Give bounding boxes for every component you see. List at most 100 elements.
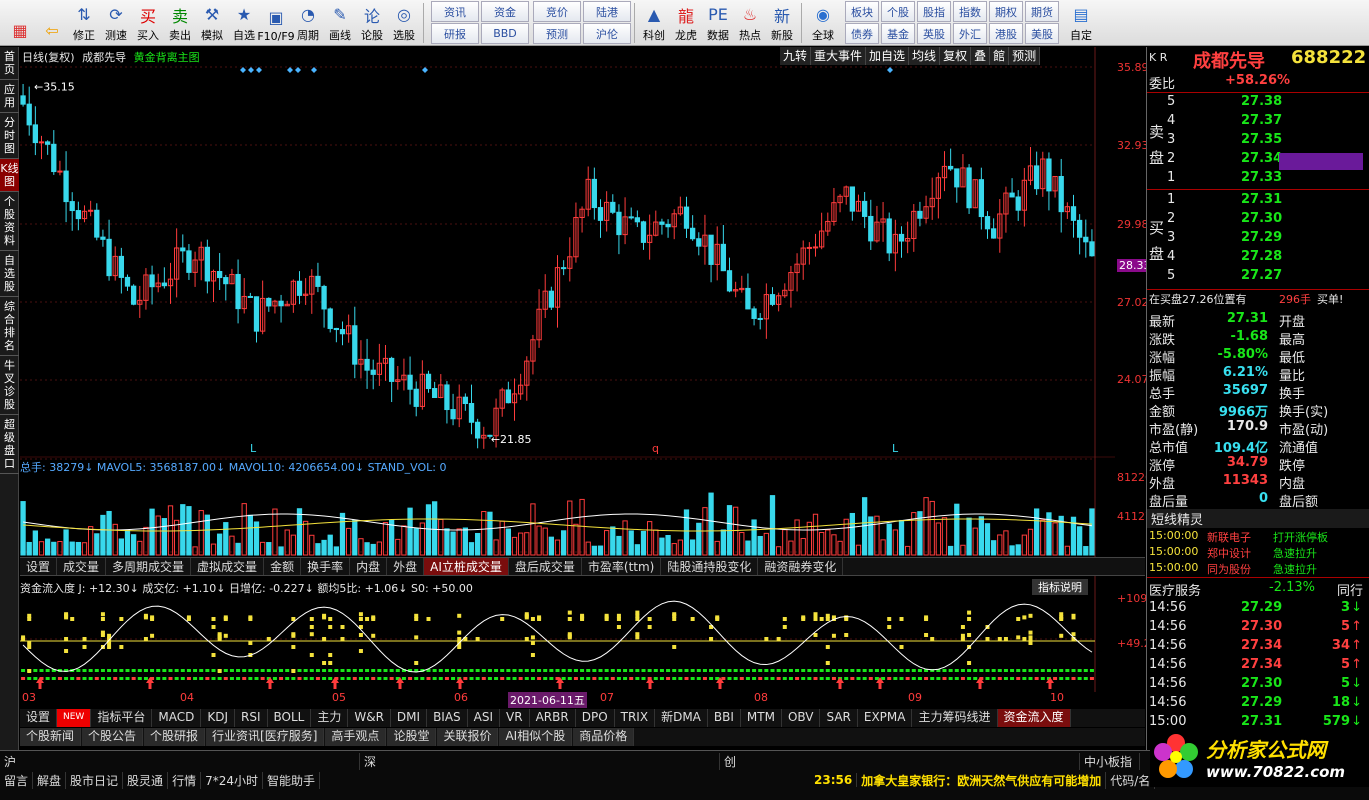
status-tool-button[interactable]: 行情 — [168, 771, 202, 789]
index-tab[interactable]: 创 — [720, 752, 1080, 770]
status-tool-button[interactable]: 留言 — [0, 771, 34, 789]
indicator-tab[interactable]: 资金流入度 — [997, 709, 1071, 727]
index-tab[interactable]: 沪 — [0, 752, 360, 770]
buy-button[interactable]: 买买入 — [132, 1, 164, 45]
grid1-item[interactable]: 研报 — [431, 23, 479, 44]
grid3-item[interactable]: 英股 — [917, 23, 951, 44]
indicator-tab[interactable]: 主力筹码线进 — [912, 709, 998, 727]
info-tab[interactable]: 商品价格 — [573, 728, 635, 746]
volume-tab[interactable]: 盘后成交量 — [509, 558, 582, 575]
code-search-input[interactable]: 代码/名 — [1106, 771, 1156, 789]
info-tab[interactable]: 个股公告 — [82, 728, 144, 746]
sidebar-item[interactable]: 应用 — [0, 80, 19, 113]
volume-tab[interactable]: 陆股通持股变化 — [661, 558, 759, 575]
sidebar-item[interactable]: 牛叉诊股 — [0, 356, 19, 415]
grid3-item[interactable]: 基金 — [881, 23, 915, 44]
grid3-item[interactable]: 期权 — [989, 1, 1023, 22]
indicator-tab[interactable]: DMI — [391, 709, 428, 727]
status-tool-button[interactable]: 解盘 — [33, 771, 67, 789]
indicator-tab[interactable]: 设置 — [20, 709, 58, 727]
status-tool-button[interactable]: 股灵通 — [123, 771, 169, 789]
sidebar-item[interactable]: 综合排名 — [0, 297, 19, 356]
indicator-tab[interactable]: MTM — [741, 709, 782, 727]
sidebar-item[interactable]: 自选股 — [0, 251, 19, 297]
kechuang-button[interactable]: ▲ 科创 — [638, 1, 670, 45]
indicator-tab[interactable]: RSI — [235, 709, 268, 727]
indicator-tab[interactable]: 主力 — [311, 709, 349, 727]
select-button[interactable]: ◎ 选股 — [388, 1, 420, 45]
indicator-tab[interactable]: KDJ — [201, 709, 235, 727]
favorites-button[interactable]: ★ 自选 — [228, 1, 260, 45]
info-tab[interactable]: AI相似个股 — [499, 728, 573, 746]
f10-button[interactable]: ▣ F10/F9 — [257, 1, 294, 45]
sidebar-item[interactable]: 分时图 — [0, 113, 19, 159]
grid2-item[interactable]: 沪伦 — [583, 23, 631, 44]
info-tab[interactable]: 个股新闻 — [20, 728, 82, 746]
sidebar-item[interactable]: K线图 — [0, 159, 19, 192]
indicator-tab[interactable]: EXPMA — [858, 709, 913, 727]
indicator-tab[interactable]: ARBR — [530, 709, 576, 727]
draw-button[interactable]: ✎ 画线 — [324, 1, 356, 45]
indicator-tab[interactable]: BOLL — [268, 709, 312, 727]
volume-tab[interactable]: 市盈率(ttm) — [582, 558, 662, 575]
grid1-item[interactable]: 资讯 — [431, 1, 479, 22]
indicator-tab[interactable]: SAR — [820, 709, 858, 727]
index-tab[interactable]: 深 — [360, 752, 720, 770]
grid1-item[interactable]: 资金 — [481, 1, 529, 22]
status-tool-button[interactable]: 股市日记 — [66, 771, 124, 789]
indicator-tab[interactable]: BIAS — [427, 709, 468, 727]
indicator-tab[interactable]: VR — [500, 709, 530, 727]
grid3-item[interactable]: 指数 — [953, 1, 987, 22]
info-tab[interactable]: 个股研报 — [144, 728, 206, 746]
indicator-tab[interactable]: ASI — [468, 709, 501, 727]
global-button[interactable]: ◉ 全球 — [805, 1, 841, 45]
grid3-item[interactable]: 期货 — [1025, 1, 1059, 22]
volume-tab[interactable]: 换手率 — [301, 558, 351, 575]
volume-tab[interactable]: 虚拟成交量 — [191, 558, 265, 575]
modify-button[interactable]: ⇅ 修正 — [68, 1, 100, 45]
volume-tab[interactable]: 融资融券变化 — [758, 558, 844, 575]
grid3-item[interactable]: 债券 — [845, 23, 879, 44]
sidebar-item[interactable]: 超级盘口 — [0, 415, 19, 474]
stockforum-button[interactable]: 论论股 — [356, 1, 388, 45]
volume-tab[interactable]: 多周期成交量 — [106, 558, 192, 575]
chart-area[interactable]: 日线(复权) 成都先导 黄金背离主图 九转 重大事件 加自选 均线 复权叠館预测 ←35… — [20, 47, 1158, 708]
indicator-tab[interactable]: OBV — [782, 709, 821, 727]
indicator-tab[interactable]: TRIX — [615, 709, 656, 727]
grid3-item[interactable]: 股指 — [917, 1, 951, 22]
indicator-help-button[interactable]: 指标说明 — [1032, 579, 1088, 595]
news-ticker[interactable]: 加拿大皇家银行：欧洲天然气供应有可能增加 — [857, 771, 1107, 789]
grid1-item[interactable]: BBD — [481, 23, 529, 44]
sidebar-item[interactable]: 个股资料 — [0, 192, 19, 251]
indicator-tab[interactable]: NEW — [57, 709, 92, 727]
volume-tab[interactable]: 成交量 — [57, 558, 107, 575]
backtest-button[interactable]: ⟳ 测速 — [100, 1, 132, 45]
sell-button[interactable]: 卖卖出 — [164, 1, 196, 45]
data-button[interactable]: PE 数据 — [702, 1, 734, 45]
grid2-item[interactable]: 陆港 — [583, 1, 631, 22]
sidebar-item[interactable]: 首页 — [0, 47, 19, 80]
back-button[interactable]: ⇦ — [36, 1, 68, 45]
info-tab[interactable]: 论股堂 — [387, 728, 437, 746]
volume-tab[interactable]: 内盘 — [350, 558, 388, 575]
windows-button[interactable]: ▦ — [4, 1, 36, 45]
grid3-item[interactable]: 港股 — [989, 23, 1023, 44]
indicator-tab[interactable]: MACD — [152, 709, 202, 727]
indicator-tab[interactable]: DPO — [576, 709, 615, 727]
volume-tab[interactable]: AI立桩成交量 — [424, 558, 509, 575]
period-button[interactable]: ◔ 周期 — [292, 1, 324, 45]
indicator-tab[interactable]: W&R — [348, 709, 391, 727]
info-tab[interactable]: 高手观点 — [325, 728, 387, 746]
status-tool-button[interactable]: 7*24小时 — [201, 771, 263, 789]
grid2-item[interactable]: 预测 — [533, 23, 581, 44]
status-tool-button[interactable]: 智能助手 — [263, 771, 320, 789]
grid3-item[interactable]: 个股 — [881, 1, 915, 22]
grid3-item[interactable]: 美股 — [1025, 23, 1059, 44]
volume-tab[interactable]: 外盘 — [387, 558, 425, 575]
grid3-item[interactable]: 板块 — [845, 1, 879, 22]
grid3-item[interactable]: 外汇 — [953, 23, 987, 44]
longhu-button[interactable]: 龍龙虎 — [670, 1, 702, 45]
indicator-tab[interactable]: BBI — [708, 709, 741, 727]
grid2-item[interactable]: 竞价 — [533, 1, 581, 22]
info-tab[interactable]: 关联报价 — [437, 728, 499, 746]
